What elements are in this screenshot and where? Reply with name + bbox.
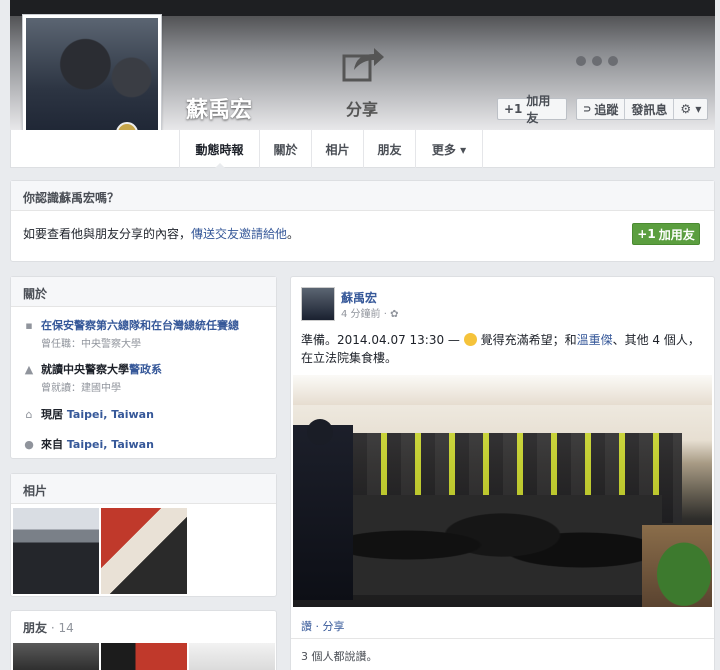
- from-link[interactable]: Taipei, Taiwan: [67, 438, 154, 451]
- follow-label: 追蹤: [594, 102, 619, 117]
- friends-card: 朋友 · 14: [10, 610, 277, 670]
- know-text-prefix: 如要查看他與朋友分享的內容，: [23, 227, 192, 241]
- add-friend-green-label: 加用友: [658, 227, 695, 242]
- post-actions[interactable]: 讚 · 分享: [301, 618, 345, 634]
- about-item-education: ▲ 就讀中央警察大學警政系 曾就讀：建國中學: [23, 361, 162, 395]
- know-text: 如要查看他與朋友分享的內容，傳送交友邀請給他。: [23, 225, 299, 242]
- settings-button[interactable]: ⚙ ▾: [674, 99, 707, 119]
- tab-friends[interactable]: 朋友: [363, 130, 415, 168]
- audience-icon: ✿: [390, 309, 399, 320]
- friends-heading[interactable]: 朋友 · 14: [11, 611, 276, 644]
- tagged-friend-link[interactable]: 溫重傑: [577, 333, 613, 347]
- know-heading: 你認識蘇禹宏嗎？: [11, 181, 714, 211]
- post-time-text: 4 分鐘前 ·: [341, 309, 391, 320]
- briefcase-icon: ▪: [25, 318, 33, 332]
- friends-separator: ·: [47, 621, 59, 635]
- about-heading[interactable]: 關於: [11, 277, 276, 307]
- education-text: 就讀中央警察大學: [41, 363, 129, 376]
- friends-label: 朋友: [23, 621, 48, 635]
- timeline-post: 蘇禹宏 4 分鐘前 · ✿ 準備。2014.04.07 13:30 — 覺得充滿…: [290, 276, 715, 670]
- post-author[interactable]: 蘇禹宏: [341, 289, 377, 306]
- about-item-work: ▪ 在保安警察第六總隊和在台灣總統任賽總 曾任職：中央警察大學: [23, 317, 239, 351]
- ellipsis-icon[interactable]: [576, 56, 618, 66]
- profile-action-group: ⊃ 追蹤 發訊息 ⚙ ▾: [576, 98, 709, 120]
- add-friend-icon: +1: [637, 227, 656, 241]
- post-divider: [291, 638, 714, 639]
- tab-photos[interactable]: 相片: [311, 130, 363, 168]
- work-sub: 曾任職：中央警察大學: [41, 339, 141, 350]
- post-avatar[interactable]: [301, 287, 335, 321]
- about-item-from: ● 來自 Taipei, Taiwan: [23, 436, 154, 452]
- education-link[interactable]: 警政系: [129, 363, 162, 376]
- location-pin-icon: ●: [24, 437, 34, 451]
- tab-timeline[interactable]: 動態時報: [179, 130, 259, 169]
- photos-card: 相片: [10, 473, 277, 597]
- friend-thumbnail[interactable]: [13, 643, 99, 670]
- add-friend-green-button[interactable]: +1 加用友: [632, 223, 700, 245]
- tab-about[interactable]: 關於: [259, 130, 311, 168]
- education-sub: 曾就讀：建國中學: [41, 383, 121, 394]
- share-label[interactable]: 分享: [346, 96, 378, 120]
- friends-count: 14: [58, 621, 74, 635]
- friend-thumbnail[interactable]: [101, 643, 187, 670]
- gear-icon: ⚙ ▾: [680, 102, 702, 116]
- work-link[interactable]: 在保安警察第六總隊和在台灣總統任賽總: [41, 319, 239, 332]
- about-item-lives: ⌂ 現居 Taipei, Taiwan: [23, 406, 154, 422]
- lives-link[interactable]: Taipei, Taiwan: [67, 408, 154, 421]
- post-likes-summary[interactable]: 3 個人都說讚。: [301, 648, 378, 664]
- from-prefix: 來自: [41, 438, 67, 451]
- photo-ceiling: [293, 375, 712, 405]
- post-feeling: 覺得充滿希望；和: [480, 333, 577, 347]
- tab-more[interactable]: 更多 ▾: [415, 130, 483, 168]
- rss-icon: ⊃: [583, 103, 592, 115]
- photo-bags: [343, 495, 662, 595]
- photo-officer: [293, 419, 353, 600]
- graduation-cap-icon: ▲: [24, 362, 34, 376]
- post-photo[interactable]: [293, 375, 712, 607]
- photos-heading[interactable]: 相片: [11, 474, 276, 504]
- know-text-suffix: 。: [287, 227, 300, 241]
- friend-thumbnail[interactable]: [189, 643, 275, 670]
- likes-text: 3 個人都說讚。: [301, 650, 378, 663]
- send-request-link[interactable]: 傳送交友邀請給他: [191, 227, 287, 241]
- post-timestamp[interactable]: 4 分鐘前 · ✿: [341, 305, 398, 320]
- add-friend-label: 加用友: [526, 94, 551, 125]
- post-text: 準備。2014.04.07 13:30 — 覺得充滿希望；和溫重傑、其他 4 個…: [301, 331, 706, 367]
- follow-button[interactable]: ⊃ 追蹤: [577, 99, 626, 119]
- share-icon[interactable]: [340, 44, 386, 84]
- photo-plant: [642, 525, 712, 607]
- lives-prefix: 現居: [41, 408, 67, 421]
- profile-nav: 動態時報 關於 相片 朋友 更多 ▾: [10, 130, 715, 169]
- smiley-icon: [463, 333, 477, 346]
- profile-name[interactable]: 蘇禹宏: [186, 92, 252, 124]
- about-card: 關於 ▪ 在保安警察第六總隊和在台灣總統任賽總 曾任職：中央警察大學 ▲ 就讀中…: [10, 276, 277, 459]
- post-text-prefix: 準備。2014.04.07 13:30 —: [301, 333, 464, 347]
- photo-thumbnail[interactable]: [13, 508, 99, 594]
- home-icon: ⌂: [25, 407, 33, 421]
- message-button[interactable]: 發訊息: [625, 99, 675, 119]
- photo-thumbnail[interactable]: [101, 508, 187, 594]
- know-person-box: 你認識蘇禹宏嗎？ 如要查看他與朋友分享的內容，傳送交友邀請給他。 +1 加用友: [10, 180, 715, 262]
- add-friend-icon: +1: [504, 102, 523, 116]
- add-friend-button[interactable]: +1 加用友: [497, 94, 567, 125]
